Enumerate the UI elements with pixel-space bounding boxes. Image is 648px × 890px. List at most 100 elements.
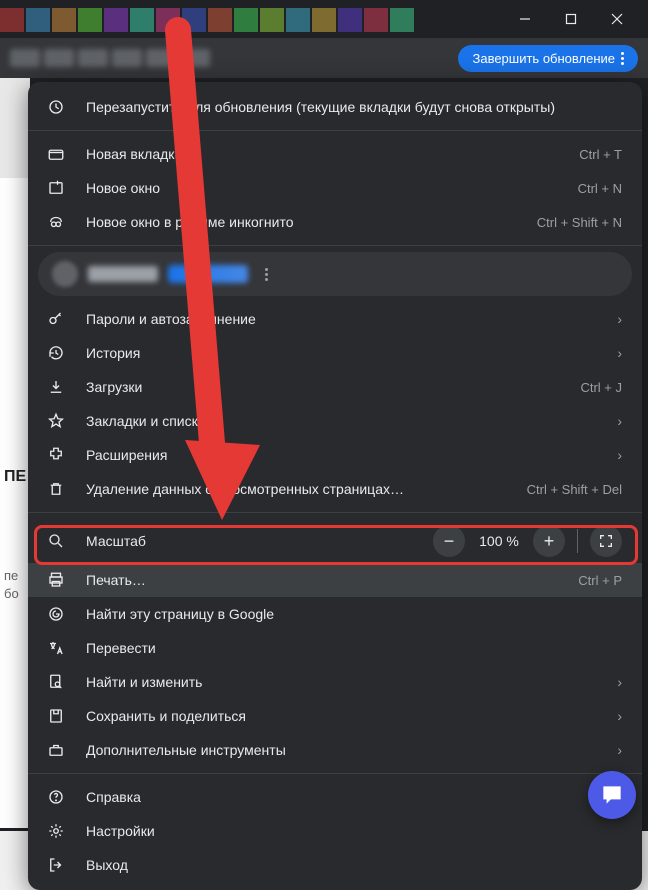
page-text: ПЕ [4,468,26,486]
menu-label: Дополнительные инструменты [86,742,609,758]
tab-icon [46,144,66,164]
page-text: бо [4,586,19,601]
menu-shortcut: Ctrl + P [578,573,622,588]
chevron-right-icon: › [617,742,622,758]
zoom-value: 100 % [469,533,529,549]
menu-shortcut: Ctrl + N [578,181,622,196]
profile-menu-icon[interactable] [258,266,274,282]
menu-label: Новая вкладка [86,146,579,162]
menu-label: Выход [86,857,622,873]
main-menu: Перезапустите для обновления (текущие вк… [28,82,642,890]
finish-update-button[interactable]: Завершить обновление [458,45,638,72]
menu-item-help[interactable]: Справка › [28,780,642,814]
zoom-controls: − 100 % + [433,525,622,557]
menu-item-find-google[interactable]: Найти эту страницу в Google [28,597,642,631]
menu-item-find-edit[interactable]: Найти и изменить › [28,665,642,699]
menu-item-new-window[interactable]: Новое окно Ctrl + N [28,171,642,205]
fullscreen-button[interactable] [590,525,622,557]
menu-label: Масштаб [86,533,433,549]
chevron-right-icon: › [617,413,622,429]
zoom-divider [577,529,578,553]
menu-item-passwords[interactable]: Пароли и автозаполнение › [28,302,642,336]
chevron-right-icon: › [617,674,622,690]
menu-item-bookmarks[interactable]: Закладки и списки › [28,404,642,438]
menu-label: Удаление данных о просмотренных страница… [86,481,527,497]
chevron-right-icon: › [617,311,622,327]
profile-badge-blurred [168,265,248,283]
star-icon [46,411,66,431]
zoom-in-button[interactable]: + [533,525,565,557]
browser-toolbar: Завершить обновление [0,38,648,78]
menu-label: Настройки [86,823,622,839]
menu-label: Расширения [86,447,609,463]
menu-item-clear-data[interactable]: Удаление данных о просмотренных страница… [28,472,642,506]
menu-shortcut: Ctrl + T [579,147,622,162]
menu-item-settings[interactable]: Настройки [28,814,642,848]
menu-label: Перезапустите для обновления (текущие вк… [86,99,622,115]
menu-item-print[interactable]: Печать… Ctrl + P [28,563,642,597]
download-icon [46,377,66,397]
avatar [52,261,78,287]
menu-item-extensions[interactable]: Расширения › [28,438,642,472]
menu-item-new-tab[interactable]: Новая вкладка Ctrl + T [28,137,642,171]
page-text: пе [4,568,18,583]
menu-label: Перевести [86,640,622,656]
menu-item-translate[interactable]: Перевести [28,631,642,665]
key-icon [46,309,66,329]
menu-label: Справка [86,789,609,805]
menu-item-history[interactable]: История › [28,336,642,370]
profile-name-blurred [88,266,158,282]
menu-separator [28,130,642,131]
menu-item-exit[interactable]: Выход [28,848,642,882]
menu-item-restart-update[interactable]: Перезапустите для обновления (текущие вк… [28,90,642,124]
close-button[interactable] [594,3,640,35]
help-icon [46,787,66,807]
tab-strip [0,0,480,38]
menu-item-zoom: Масштаб − 100 % + [28,519,642,563]
chevron-right-icon: › [617,447,622,463]
menu-item-save-share[interactable]: Сохранить и поделиться › [28,699,642,733]
history-icon [46,343,66,363]
menu-dots-icon [621,52,624,65]
minimize-button[interactable] [502,3,548,35]
window-titlebar [0,0,648,38]
address-area-blurred [10,44,448,72]
chevron-right-icon: › [617,345,622,361]
menu-item-more-tools[interactable]: Дополнительные инструменты › [28,733,642,767]
print-icon [46,570,66,590]
menu-label: Пароли и автозаполнение [86,311,609,327]
zoom-icon [46,531,66,551]
search-doc-icon [46,672,66,692]
menu-label: Найти и изменить [86,674,609,690]
menu-label: Печать… [86,572,578,588]
menu-item-incognito[interactable]: Новое окно в режиме инкогнито Ctrl + Shi… [28,205,642,239]
menu-separator [28,512,642,513]
maximize-button[interactable] [548,3,594,35]
menu-label: Сохранить и поделиться [86,708,609,724]
save-icon [46,706,66,726]
extension-icon [46,445,66,465]
incognito-icon [46,212,66,232]
menu-label: Закладки и списки [86,413,609,429]
window-icon [46,178,66,198]
chevron-right-icon: › [617,708,622,724]
menu-separator [28,773,642,774]
menu-shortcut: Ctrl + J [580,380,622,395]
chat-bubble-button[interactable] [588,771,636,819]
menu-label: Загрузки [86,379,580,395]
zoom-out-button[interactable]: − [433,525,465,557]
menu-label: Новое окно в режиме инкогнито [86,214,537,230]
menu-item-downloads[interactable]: Загрузки Ctrl + J [28,370,642,404]
refresh-icon [46,97,66,117]
menu-shortcut: Ctrl + Shift + Del [527,482,622,497]
profile-row[interactable] [38,252,632,296]
exit-icon [46,855,66,875]
menu-label: Новое окно [86,180,578,196]
browser-window: Завершить обновление ПЕ пе бо Перезапуст… [0,0,648,831]
menu-label: История [86,345,609,361]
update-label: Завершить обновление [472,51,615,66]
toolbox-icon [46,740,66,760]
menu-shortcut: Ctrl + Shift + N [537,215,622,230]
page-background-strip: ПЕ пе бо [0,78,30,828]
translate-icon [46,638,66,658]
